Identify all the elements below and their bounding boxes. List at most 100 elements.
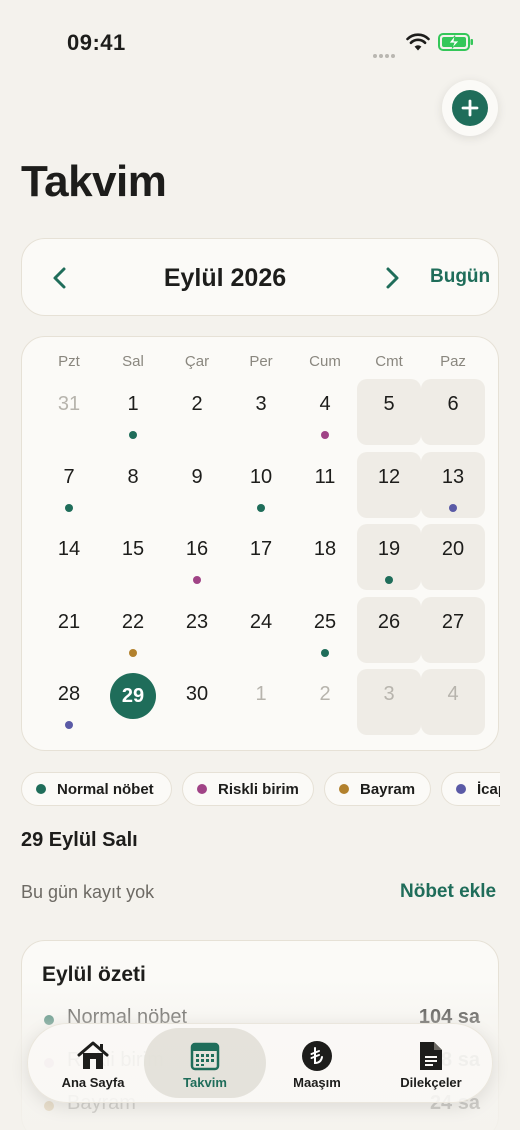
day-cell[interactable]: 18 [293, 524, 357, 590]
day-cell-selected[interactable]: 29 [101, 669, 165, 735]
day-cell[interactable]: 5 [357, 379, 421, 445]
day-number: 1 [255, 683, 267, 705]
tab-calendar[interactable]: Takvim [144, 1028, 266, 1098]
day-number: 25 [313, 610, 337, 633]
legend-chip-icap[interactable]: İcap [441, 772, 500, 806]
add-shift-button[interactable] [442, 80, 498, 136]
day-number: 17 [249, 538, 273, 560]
weekday-label: Cum [309, 353, 341, 370]
legend-dot [36, 784, 46, 794]
day-number: 30 [185, 683, 209, 705]
day-cell[interactable]: 14 [37, 524, 101, 590]
legend-chip-normal[interactable]: Normal nöbet [21, 772, 172, 806]
tab-label: Maaşım [293, 1075, 341, 1090]
weekday-label: Pzt [58, 353, 80, 370]
today-button[interactable]: Bugün [430, 266, 490, 288]
day-number: 18 [313, 538, 337, 560]
day-cell[interactable]: 4 [421, 669, 485, 735]
day-number: 29 [110, 673, 156, 719]
day-cell[interactable]: 23 [165, 597, 229, 663]
shift-dot-icap [65, 721, 73, 729]
day-number: 3 [255, 393, 267, 415]
day-cell[interactable]: 2 [165, 379, 229, 445]
weekday-label: Cmt [375, 353, 403, 370]
day-number: 1 [127, 393, 139, 415]
tab-home[interactable]: Ana Sayfa [32, 1028, 154, 1098]
day-cell[interactable]: 11 [293, 452, 357, 518]
tab-label: Dilekçeler [400, 1075, 462, 1090]
day-cell[interactable]: 4 [293, 379, 357, 445]
day-cell[interactable]: 13 [421, 451, 485, 518]
shift-dot-normal [257, 503, 265, 512]
tab-label: Ana Sayfa [61, 1075, 125, 1090]
day-cell[interactable]: 10 [229, 452, 293, 518]
day-cell[interactable]: 25 [293, 597, 357, 663]
day-number: 16 [185, 538, 209, 560]
day-cell[interactable]: 7 [37, 452, 101, 518]
day-cell[interactable]: 1 [101, 379, 165, 445]
day-number: 19 [377, 538, 401, 560]
legend-label: İcap [477, 780, 500, 798]
day-cell[interactable]: 8 [101, 452, 165, 518]
day-number: 14 [57, 538, 81, 560]
tab-label: Takvim [183, 1075, 227, 1090]
tab-document[interactable]: Dilekçeler [370, 1028, 492, 1098]
day-cell[interactable]: 31 [37, 379, 101, 445]
tab-lira[interactable]: Maaşım [256, 1028, 378, 1098]
add-shift-link[interactable]: Nöbet ekle [400, 881, 496, 903]
empty-state-text: Bu gün kayıt yok [21, 882, 155, 902]
day-cell[interactable]: 27 [421, 596, 485, 663]
day-cell[interactable]: 20 [421, 524, 485, 590]
day-cell[interactable]: 1 [229, 669, 293, 735]
day-cell[interactable]: 6 [421, 379, 485, 445]
plus-icon [452, 90, 488, 126]
legend: Normal nöbet Riskli birim Bayram İcap [21, 772, 500, 806]
document-icon [370, 1040, 492, 1072]
day-number: 2 [319, 683, 331, 705]
day-cell[interactable]: 28 [37, 669, 101, 735]
day-number: 10 [249, 465, 273, 488]
day-cell[interactable]: 3 [357, 669, 421, 735]
shift-dot-bayram [129, 648, 137, 657]
legend-chip-bayram[interactable]: Bayram [324, 772, 431, 806]
day-cell[interactable]: 22 [101, 597, 165, 663]
status-bar: 09:41 [0, 0, 520, 80]
day-cell[interactable]: 21 [37, 597, 101, 663]
day-cell[interactable]: 2 [293, 669, 357, 735]
day-number: 27 [441, 610, 465, 633]
day-number: 24 [249, 610, 273, 633]
chevron-right-icon[interactable] [378, 264, 406, 292]
shift-dot-icap [449, 503, 457, 512]
weekday-label: Çar [184, 353, 210, 370]
battery-charging-icon [438, 33, 473, 51]
day-number: 4 [447, 683, 459, 705]
day-cell[interactable]: 24 [229, 597, 293, 663]
shift-dot-normal [129, 431, 137, 439]
day-cell[interactable]: 26 [357, 596, 421, 663]
selected-day-title: 29 Eylül Salı [21, 829, 138, 851]
legend-dot [456, 784, 466, 794]
weekday-label: Per [249, 353, 273, 370]
day-number: 11 [314, 465, 336, 488]
day-cell[interactable]: 16 [165, 524, 229, 590]
day-cell[interactable]: 9 [165, 452, 229, 518]
day-number: 22 [121, 610, 145, 633]
legend-label: Bayram [360, 780, 416, 798]
day-cell[interactable]: 19 [357, 524, 421, 590]
day-cell[interactable]: 30 [165, 669, 229, 735]
weekday-label: Sal [122, 353, 144, 370]
status-time: 09:41 [67, 30, 126, 55]
day-number: 5 [383, 393, 395, 415]
legend-dot [339, 784, 349, 794]
legend-chip-risk[interactable]: Riskli birim [182, 772, 314, 806]
day-cell[interactable]: 15 [101, 524, 165, 590]
calendar-grid: Pzt Sal Çar Per Cum Cmt Paz 31 1 2 3 4 5 6 7 8 9 10 11 12 13… [21, 336, 499, 751]
wifi-icon [406, 33, 430, 51]
shift-dot-normal [385, 576, 393, 584]
day-number: 28 [57, 683, 81, 705]
day-cell[interactable]: 3 [229, 379, 293, 445]
day-cell[interactable]: 12 [357, 451, 421, 518]
tab-bar: Ana Sayfa Takvim Maaşım Dilekçeler [27, 1023, 493, 1103]
page-title: Takvim [21, 157, 167, 206]
day-cell[interactable]: 17 [229, 524, 293, 590]
